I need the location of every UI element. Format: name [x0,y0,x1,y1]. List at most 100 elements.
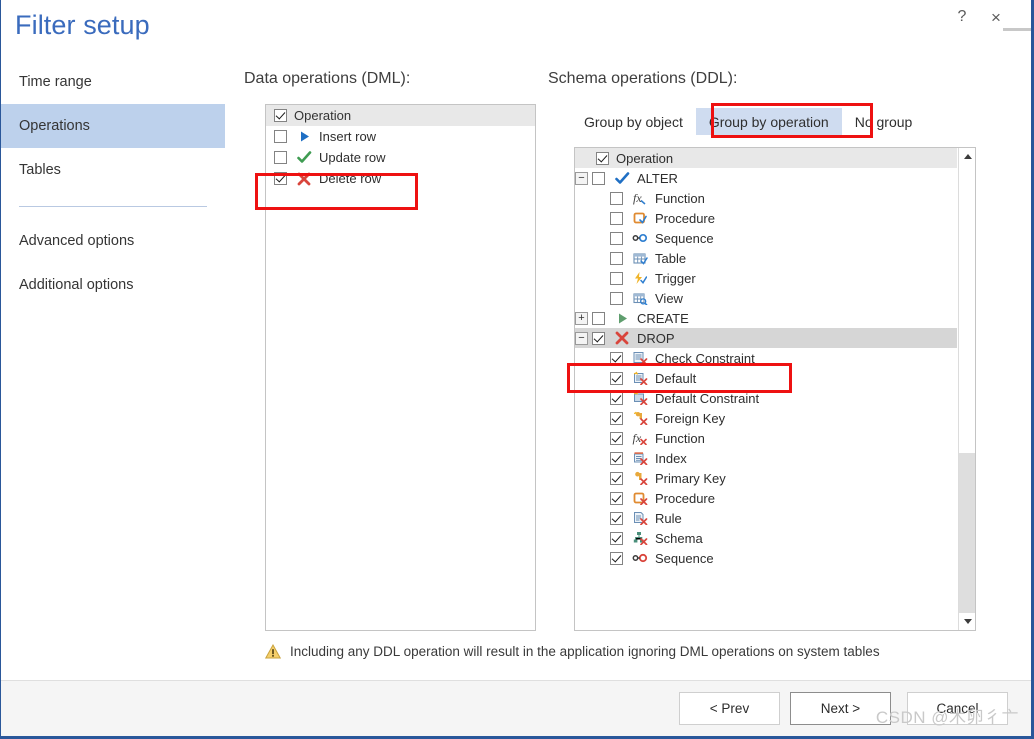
tab-no-group[interactable]: No group [842,108,926,135]
trigger-icon [630,270,650,286]
dml-header-checkbox[interactable] [274,109,287,122]
row-checkbox[interactable] [610,231,623,245]
ddl-header-checkbox[interactable] [596,151,609,165]
row-checkbox[interactable] [610,191,623,205]
sequence-icon [630,230,650,246]
schema-drop-icon [630,530,650,546]
row-checkbox[interactable] [610,491,623,505]
create-checkbox[interactable] [592,311,605,325]
sequence-drop-icon [630,550,650,566]
tree-row-alter-procedure[interactable]: Procedure [575,208,957,228]
row-checkbox[interactable] [610,251,623,265]
row-checkbox[interactable] [610,471,623,485]
tree-row-drop-default-constraint[interactable]: Default Constraint [575,388,957,408]
sidebar-item-label: Operations [19,118,90,134]
row-checkbox[interactable] [610,531,623,545]
tree-row-drop-procedure[interactable]: Procedure [575,488,957,508]
dml-operations-list: Operation Insert row Update row Delete r… [265,104,536,631]
sidebar-item-operations[interactable]: Operations [1,104,225,148]
tree-row-label: Procedure [655,490,715,506]
close-icon[interactable]: × [983,4,1009,30]
tree-row-drop-default[interactable]: Default [575,368,957,388]
sidebar-item-tables[interactable]: Tables [1,148,225,192]
dml-header-row[interactable]: Operation [266,105,535,126]
ddl-header-row[interactable]: Operation [575,148,957,168]
tree-row-drop-index[interactable]: Index [575,448,957,468]
tree-row-drop-check-constraint[interactable]: Check Constraint [575,348,957,368]
insert-row-checkbox[interactable] [274,130,287,143]
drop-checkbox[interactable] [592,331,605,345]
tree-row-alter[interactable]: − ALTER [575,168,957,188]
tree-row-alter-function[interactable]: fx Function [575,188,957,208]
sidebar-nav: Time range Operations Tables Advanced op… [1,60,225,380]
row-checkbox[interactable] [610,551,623,565]
tree-row-alter-trigger[interactable]: Trigger [575,268,957,288]
sidebar-item-time-range[interactable]: Time range [1,60,225,104]
row-checkbox[interactable] [610,391,623,405]
dml-section-heading: Data operations (DML): [244,70,411,87]
prev-button[interactable]: < Prev [679,692,780,725]
sidebar-item-advanced-options[interactable]: Advanced options [1,219,225,263]
procedure-drop-icon [630,490,650,506]
tab-group-by-object[interactable]: Group by object [571,108,696,135]
row-checkbox[interactable] [610,351,623,365]
insert-row-icon [294,129,314,145]
tree-row-drop-primary-key[interactable]: Primary Key [575,468,957,488]
tree-scrollbar[interactable] [958,148,975,630]
collapse-expander-icon[interactable]: − [575,171,588,185]
procedure-icon [630,210,650,226]
tree-row-drop-schema[interactable]: Schema [575,528,957,548]
scroll-up-icon[interactable] [959,148,975,165]
help-icon[interactable]: ? [949,4,975,30]
update-row-checkbox[interactable] [274,151,287,164]
row-checkbox[interactable] [610,371,623,385]
page-title: Filter setup [15,10,150,40]
sidebar-item-label: Advanced options [19,233,135,249]
window-edge-nub [1003,28,1031,31]
tree-row-label: Table [655,250,687,266]
tree-row-drop-foreign-key[interactable]: Foreign Key [575,408,957,428]
tree-row-drop-sequence[interactable]: Sequence [575,548,957,568]
tree-row-alter-view[interactable]: View [575,288,957,308]
sidebar-item-label: Time range [19,74,92,90]
warning-triangle-icon [265,644,281,659]
drop-x-icon [612,330,632,346]
row-checkbox[interactable] [610,291,623,305]
tree-row-drop-function[interactable]: fx Function [575,428,957,448]
dml-row-update-row[interactable]: Update row [266,147,535,168]
tree-row-label: Index [655,450,687,466]
dml-row-insert-row[interactable]: Insert row [266,126,535,147]
row-checkbox[interactable] [610,211,623,225]
row-checkbox[interactable] [610,271,623,285]
row-checkbox[interactable] [610,451,623,465]
row-checkbox[interactable] [610,411,623,425]
update-row-icon [294,150,314,166]
tree-row-alter-sequence[interactable]: Sequence [575,228,957,248]
svg-text:fx: fx [633,431,642,445]
collapse-expander-icon[interactable]: − [575,331,588,345]
tree-row-label: CREATE [637,310,689,326]
tree-row-drop-rule[interactable]: Rule [575,508,957,528]
tree-row-create[interactable]: + CREATE [575,308,957,328]
tree-row-drop[interactable]: − DROP [575,328,957,348]
scrollbar-thumb[interactable] [959,453,975,615]
row-checkbox[interactable] [610,431,623,445]
row-checkbox[interactable] [610,511,623,525]
scroll-down-icon[interactable] [959,613,975,630]
tree-row-label: View [655,290,683,306]
expand-expander-icon[interactable]: + [575,311,588,325]
delete-row-checkbox[interactable] [274,172,287,185]
tree-row-alter-table[interactable]: Table [575,248,957,268]
tree-row-label: Default Constraint [655,390,760,406]
dml-row-delete-row[interactable]: Delete row [266,168,535,189]
alter-checkbox[interactable] [592,171,605,185]
create-play-icon [612,310,632,326]
default-constraint-drop-icon [630,390,650,406]
tab-group-by-operation[interactable]: Group by operation [695,108,842,135]
tree-row-label: Check Constraint [655,350,755,366]
sidebar-item-additional-options[interactable]: Additional options [1,263,225,307]
svg-text:fx: fx [633,191,642,205]
tree-row-label: Sequence [655,230,714,246]
tree-row-label: Trigger [655,270,696,286]
tree-row-label: Primary Key [655,470,726,486]
